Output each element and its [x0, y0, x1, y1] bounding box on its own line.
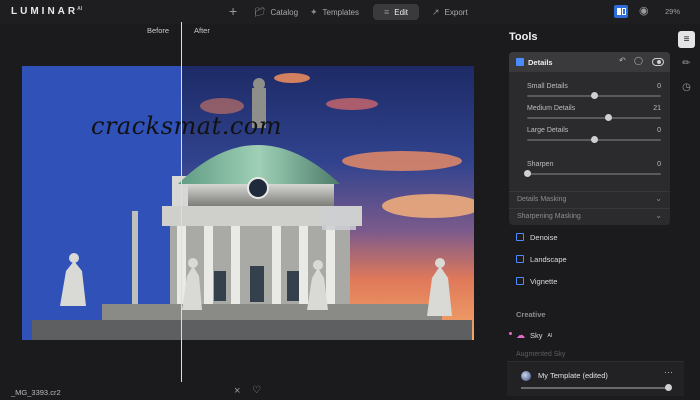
panel-title: Tools	[509, 31, 538, 43]
slider-knob[interactable]	[605, 114, 613, 121]
tool-denoise[interactable]: Denoise	[516, 230, 558, 244]
magic-wand-icon: ✦	[310, 6, 318, 17]
heart-icon[interactable]: ♡	[252, 385, 261, 396]
active-indicator-dot	[509, 332, 512, 335]
visibility-toggle[interactable]	[652, 58, 664, 66]
landscape-icon	[516, 255, 524, 263]
more-options-icon[interactable]: ···	[664, 367, 673, 377]
slider-knob[interactable]	[524, 170, 531, 177]
history-clock-icon[interactable]: ◷	[678, 79, 695, 96]
vignette-icon	[516, 277, 524, 285]
compare-split-handle[interactable]	[181, 22, 182, 382]
tab-templates[interactable]: ✦ Templates	[310, 4, 359, 20]
undo-icon[interactable]: ↶	[619, 56, 626, 65]
tool-vignette[interactable]: Vignette	[516, 274, 557, 288]
tab-edit[interactable]: ≡ Edit	[373, 4, 419, 20]
chevron-down-icon: ⌄	[655, 194, 662, 203]
small-details-slider[interactable]: Small Details 0	[527, 83, 661, 101]
top-bar: LUMINARAI + 📁︎ Catalog ✦ Templates ≡ Edi…	[0, 0, 700, 24]
tools-panel: Tools Details ↶ ◯ Small Details 0 Medium…	[500, 24, 673, 400]
details-title: Details	[528, 58, 553, 67]
tab-catalog[interactable]: 📁︎ Catalog	[254, 4, 298, 20]
cloud-icon: ☁	[516, 330, 525, 340]
folder-icon: 📁︎	[254, 6, 266, 17]
file-name: _MG_3393.cr2	[11, 388, 61, 397]
compare-icon	[616, 8, 621, 15]
creative-section-title: Creative	[516, 310, 546, 319]
brush-icon[interactable]: ✏︎	[678, 55, 695, 72]
app-logo: LUMINARAI	[11, 6, 83, 17]
tab-export[interactable]: ↗ Export	[432, 4, 468, 20]
template-amount-slider[interactable]	[521, 387, 668, 389]
photo-canvas[interactable]	[22, 66, 474, 340]
slider-knob[interactable]	[591, 136, 598, 143]
medium-details-slider[interactable]: Medium Details 21	[527, 105, 661, 123]
sharpen-slider[interactable]: Sharpen 0	[524, 161, 661, 179]
chevron-down-icon: ⌄	[655, 211, 662, 220]
details-tool-card: Details ↶ ◯ Small Details 0 Medium Detai…	[509, 52, 670, 192]
watermark-text: cracksmat.com	[91, 112, 283, 140]
after-label: After	[194, 26, 210, 35]
details-header[interactable]: Details ↶ ◯	[509, 52, 670, 72]
side-toolbar: ≡ ✏︎ ◷	[673, 24, 700, 400]
photo-image	[22, 66, 474, 340]
export-icon: ↗	[432, 6, 440, 17]
sliders-icon[interactable]: ≡	[678, 31, 695, 48]
sliders-icon: ≡	[383, 7, 390, 17]
eye-icon[interactable]: ◉	[639, 4, 649, 17]
template-name[interactable]: My Template (edited)	[538, 371, 608, 380]
template-icon	[521, 371, 531, 381]
slider-knob[interactable]	[665, 384, 672, 391]
slider-knob[interactable]	[591, 92, 598, 99]
sharpening-masking-row[interactable]: Sharpening Masking ⌄	[509, 208, 670, 225]
before-label: Before	[147, 26, 170, 35]
add-photos-button[interactable]: +	[229, 3, 237, 19]
bottom-bar: _MG_3393.cr2 × ♡	[0, 382, 500, 400]
details-masking-row[interactable]: Details Masking ⌄	[509, 191, 670, 208]
tool-sky-ai[interactable]: ☁ Sky AI	[516, 330, 552, 341]
denoise-icon	[516, 233, 524, 241]
tool-landscape[interactable]: Landscape	[516, 252, 567, 266]
template-bar: My Template (edited) ···	[507, 361, 684, 396]
tool-augmented-sky[interactable]: Augmented Sky	[516, 351, 565, 358]
large-details-slider[interactable]: Large Details 0	[527, 127, 661, 145]
compare-toggle-button[interactable]	[614, 5, 628, 18]
reject-icon[interactable]: ×	[234, 385, 240, 397]
ai-enhance-icon[interactable]: ◯	[634, 56, 643, 65]
details-icon	[516, 58, 524, 66]
zoom-level[interactable]: 29%	[665, 7, 680, 16]
